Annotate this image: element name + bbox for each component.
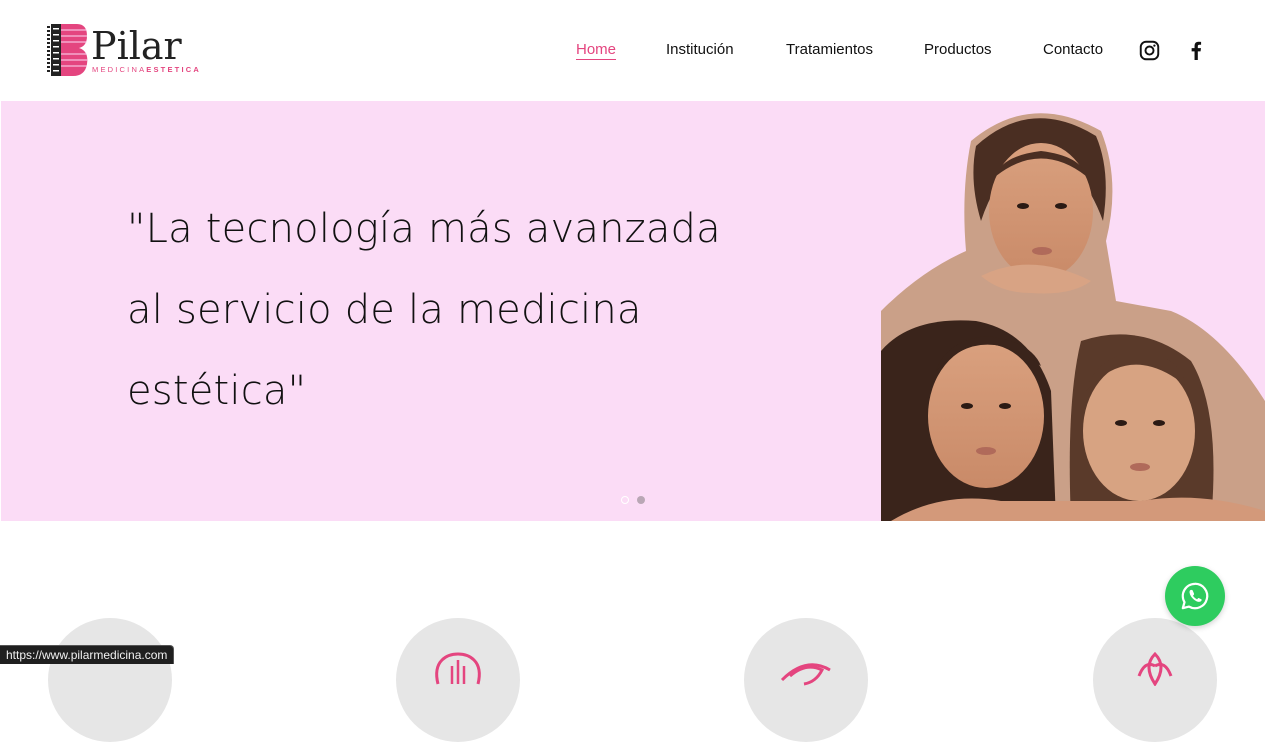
instagram-link[interactable] xyxy=(1138,39,1160,61)
feature-circle-4[interactable] xyxy=(1093,618,1217,742)
feature-circle-2[interactable] xyxy=(396,618,520,742)
eye-icon xyxy=(780,663,831,686)
whatsapp-button[interactable] xyxy=(1165,566,1225,626)
hero-quote-line: estética" xyxy=(127,368,307,414)
hero-quote-line: al servicio de la medicina xyxy=(127,287,642,333)
brand-subtitle: MEDICINAESTETICA xyxy=(92,65,201,74)
brand-subtitle-bold: ESTETICA xyxy=(146,65,201,74)
nav-item-home[interactable]: Home xyxy=(576,40,616,60)
feature-circle-1[interactable] xyxy=(48,618,172,742)
site-header: Pilar MEDICINAESTETICA Home Institución … xyxy=(0,0,1265,101)
lotus-icon xyxy=(1137,651,1173,686)
hero-quote-line: "La tecnología más avanzada xyxy=(127,206,721,252)
whatsapp-icon xyxy=(1181,582,1209,610)
logo-mark-icon xyxy=(47,24,88,76)
facebook-link[interactable] xyxy=(1185,39,1207,61)
feature-circle-3[interactable] xyxy=(744,618,868,742)
hero-slider: "La tecnología más avanzada al servicio … xyxy=(1,101,1265,521)
nav-item-productos[interactable]: Productos xyxy=(924,40,992,60)
three-women-photo xyxy=(881,113,1265,521)
nav-item-tratamientos[interactable]: Tratamientos xyxy=(786,40,873,60)
status-bar-url: https://www.pilarmedicina.com xyxy=(0,645,175,664)
slider-dot-1[interactable] xyxy=(621,496,629,504)
hero-quote: "La tecnología más avanzada al servicio … xyxy=(127,189,827,432)
brand-name: Pilar xyxy=(91,24,182,68)
facebook-icon xyxy=(1191,41,1202,60)
hero-photo xyxy=(881,101,1265,521)
instagram-icon xyxy=(1139,40,1159,60)
brain-icon xyxy=(435,652,481,685)
brand-subtitle-light: MEDICINA xyxy=(92,65,147,74)
nav-item-institucion[interactable]: Institución xyxy=(666,40,734,60)
slider-dot-2[interactable] xyxy=(637,496,645,504)
brand-logo[interactable]: Pilar MEDICINAESTETICA xyxy=(47,22,199,80)
nav-item-contacto[interactable]: Contacto xyxy=(1043,40,1103,60)
